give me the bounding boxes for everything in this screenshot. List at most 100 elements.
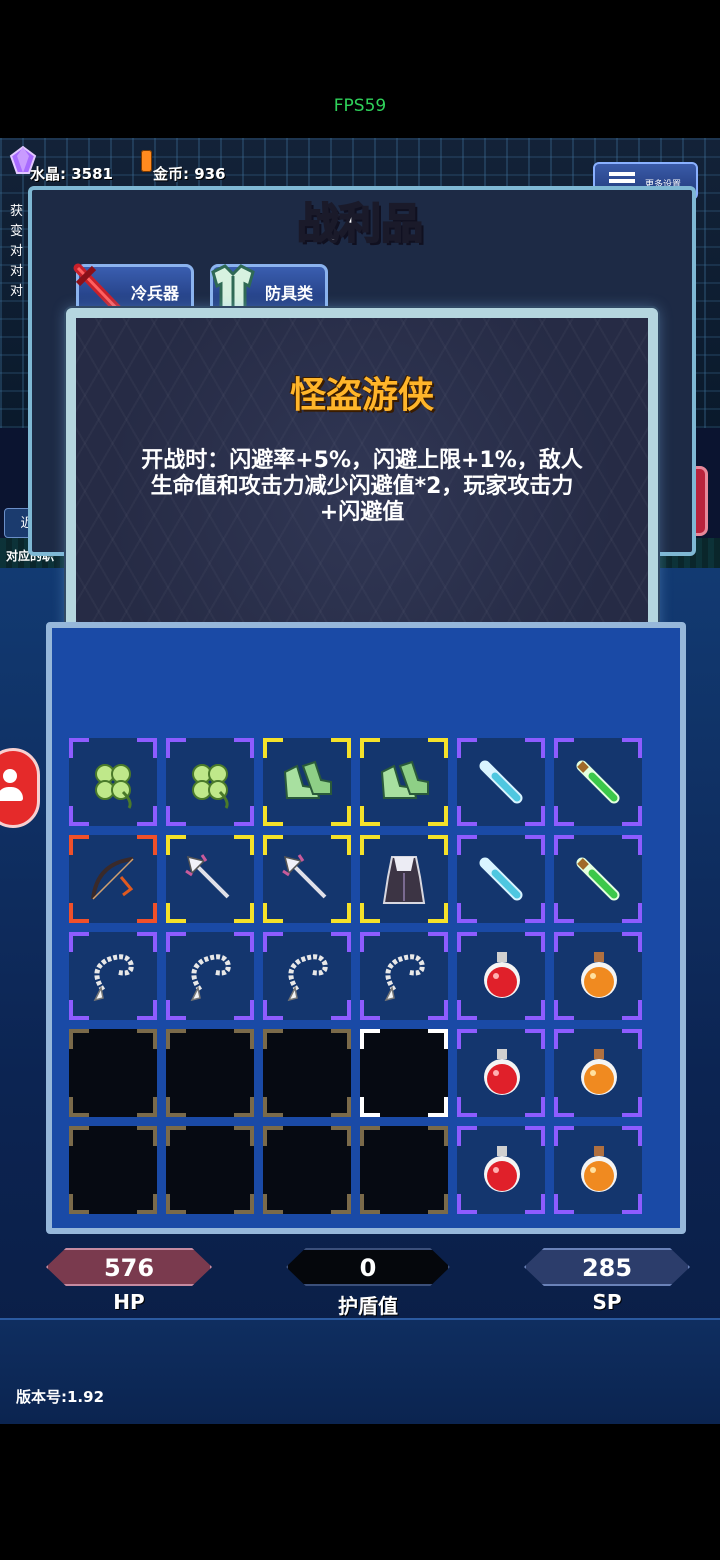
slot-corner bbox=[69, 1126, 89, 1146]
slot-corner bbox=[137, 1126, 157, 1146]
loot-title: 战利品 bbox=[296, 198, 424, 249]
inventory-slot-empty[interactable] bbox=[166, 1126, 254, 1214]
shield-value: 0 bbox=[359, 1254, 377, 1282]
shield-label: 护盾值 bbox=[338, 1294, 398, 1318]
gold-icon bbox=[141, 150, 152, 172]
inventory-slot-empty[interactable] bbox=[69, 1126, 157, 1214]
user-icon-body bbox=[0, 787, 23, 801]
tab-armor-label: 防具类 bbox=[265, 284, 314, 303]
green-boots-icon bbox=[283, 760, 332, 799]
bottom-bar bbox=[0, 1318, 720, 1424]
set-description-line-1: 开战时：闪避率+5%，闪避上限+1%，敌人 bbox=[141, 448, 583, 473]
set-title: 怪盗游侠 bbox=[289, 375, 434, 416]
whip-icon bbox=[287, 954, 328, 1002]
red-potion-icon bbox=[484, 1049, 520, 1095]
bow-icon bbox=[91, 857, 134, 900]
inventory-slot[interactable] bbox=[554, 932, 642, 1020]
clover-icon bbox=[95, 764, 132, 809]
slot-corner bbox=[428, 1029, 448, 1049]
red-potion-icon bbox=[484, 1146, 520, 1192]
inventory-slot[interactable] bbox=[457, 1029, 545, 1117]
inventory-slot-empty[interactable] bbox=[360, 1029, 448, 1117]
orange-potion-icon bbox=[581, 1049, 617, 1095]
inventory-slot[interactable] bbox=[166, 932, 254, 1020]
inventory-slot-empty[interactable] bbox=[360, 1126, 448, 1214]
inventory-slot[interactable] bbox=[69, 835, 157, 923]
slot-corner bbox=[331, 1029, 351, 1049]
inventory-slot[interactable] bbox=[69, 932, 157, 1020]
red-potion-icon bbox=[484, 952, 520, 998]
clover-icon bbox=[192, 764, 229, 809]
inventory-slot[interactable] bbox=[166, 835, 254, 923]
fps-counter: FPS59 bbox=[333, 96, 387, 116]
whip-icon bbox=[93, 954, 134, 1002]
slot-corner bbox=[360, 1029, 380, 1049]
slot-corner bbox=[69, 1097, 89, 1117]
tab-cold-weapons-label: 冷兵器 bbox=[131, 284, 180, 303]
inventory-slot[interactable] bbox=[360, 932, 448, 1020]
inventory-slot[interactable] bbox=[263, 738, 351, 826]
inventory-slot[interactable] bbox=[263, 835, 351, 923]
inventory-slot[interactable] bbox=[360, 835, 448, 923]
slot-corner bbox=[69, 1029, 89, 1049]
gold-count: 金币: 936 bbox=[153, 165, 226, 183]
green-boots-icon bbox=[380, 760, 429, 799]
side-text-4: 对 bbox=[10, 264, 24, 279]
inventory-slot-empty[interactable] bbox=[263, 1029, 351, 1117]
slot-corner bbox=[234, 1097, 254, 1117]
trident-icon bbox=[282, 854, 327, 899]
inventory-slot[interactable] bbox=[457, 932, 545, 1020]
trident-icon bbox=[185, 854, 230, 899]
inventory-slot-empty[interactable] bbox=[166, 1029, 254, 1117]
slot-corner bbox=[137, 1194, 157, 1214]
sp-value: 285 bbox=[581, 1254, 633, 1282]
crystal-count: 水晶: 3581 bbox=[30, 165, 113, 183]
slot-corner bbox=[234, 1029, 254, 1049]
slot-corner bbox=[360, 1097, 380, 1117]
slot-corner bbox=[137, 1097, 157, 1117]
inventory-slot[interactable] bbox=[69, 738, 157, 826]
blue-vial-icon bbox=[479, 857, 523, 901]
hooded-cloak-icon bbox=[382, 856, 426, 904]
inventory-slot[interactable] bbox=[457, 1126, 545, 1214]
slot-corner bbox=[234, 1126, 254, 1146]
set-description: 开战时：闪避率+5%，闪避上限+1%，敌人 生命值和攻击力减少闪避值*2，玩家攻… bbox=[100, 448, 624, 526]
slot-corner bbox=[263, 1194, 283, 1214]
whip-icon bbox=[384, 954, 425, 1002]
hp-value: 576 bbox=[103, 1254, 155, 1282]
inventory-slot[interactable] bbox=[457, 738, 545, 826]
green-vial-icon bbox=[576, 760, 620, 804]
inventory-slot[interactable] bbox=[554, 835, 642, 923]
slot-corner bbox=[166, 1029, 186, 1049]
blue-vial-icon bbox=[479, 760, 523, 804]
set-description-line-2: 生命值和攻击力减少闪避值*2，玩家攻击力 bbox=[150, 474, 574, 499]
slot-corner bbox=[428, 1097, 448, 1117]
slot-corner bbox=[331, 1097, 351, 1117]
slot-corner bbox=[331, 1126, 351, 1146]
slot-corner bbox=[360, 1194, 380, 1214]
inventory-slot[interactable] bbox=[554, 738, 642, 826]
green-vial-icon bbox=[576, 857, 620, 901]
slot-corner bbox=[331, 1194, 351, 1214]
orange-potion-icon bbox=[581, 952, 617, 998]
version-label: 版本号:1.92 bbox=[16, 1388, 105, 1406]
side-text-5: 对 bbox=[10, 284, 24, 299]
slot-corner bbox=[166, 1194, 186, 1214]
user-icon bbox=[3, 769, 17, 783]
inventory-slot[interactable] bbox=[554, 1126, 642, 1214]
sp-label: SP bbox=[592, 1290, 622, 1314]
profile-button[interactable] bbox=[0, 748, 40, 828]
inventory-slot[interactable] bbox=[166, 738, 254, 826]
slot-corner bbox=[360, 1126, 380, 1146]
inventory-slot[interactable] bbox=[457, 835, 545, 923]
slot-corner bbox=[428, 1126, 448, 1146]
slot-corner bbox=[263, 1097, 283, 1117]
slot-corner bbox=[234, 1194, 254, 1214]
inventory-slot[interactable] bbox=[360, 738, 448, 826]
inventory-slot-empty[interactable] bbox=[69, 1029, 157, 1117]
inventory-slot-empty[interactable] bbox=[263, 1126, 351, 1214]
inventory-slot[interactable] bbox=[554, 1029, 642, 1117]
slot-corner bbox=[428, 1194, 448, 1214]
slot-corner bbox=[263, 1029, 283, 1049]
inventory-slot[interactable] bbox=[263, 932, 351, 1020]
